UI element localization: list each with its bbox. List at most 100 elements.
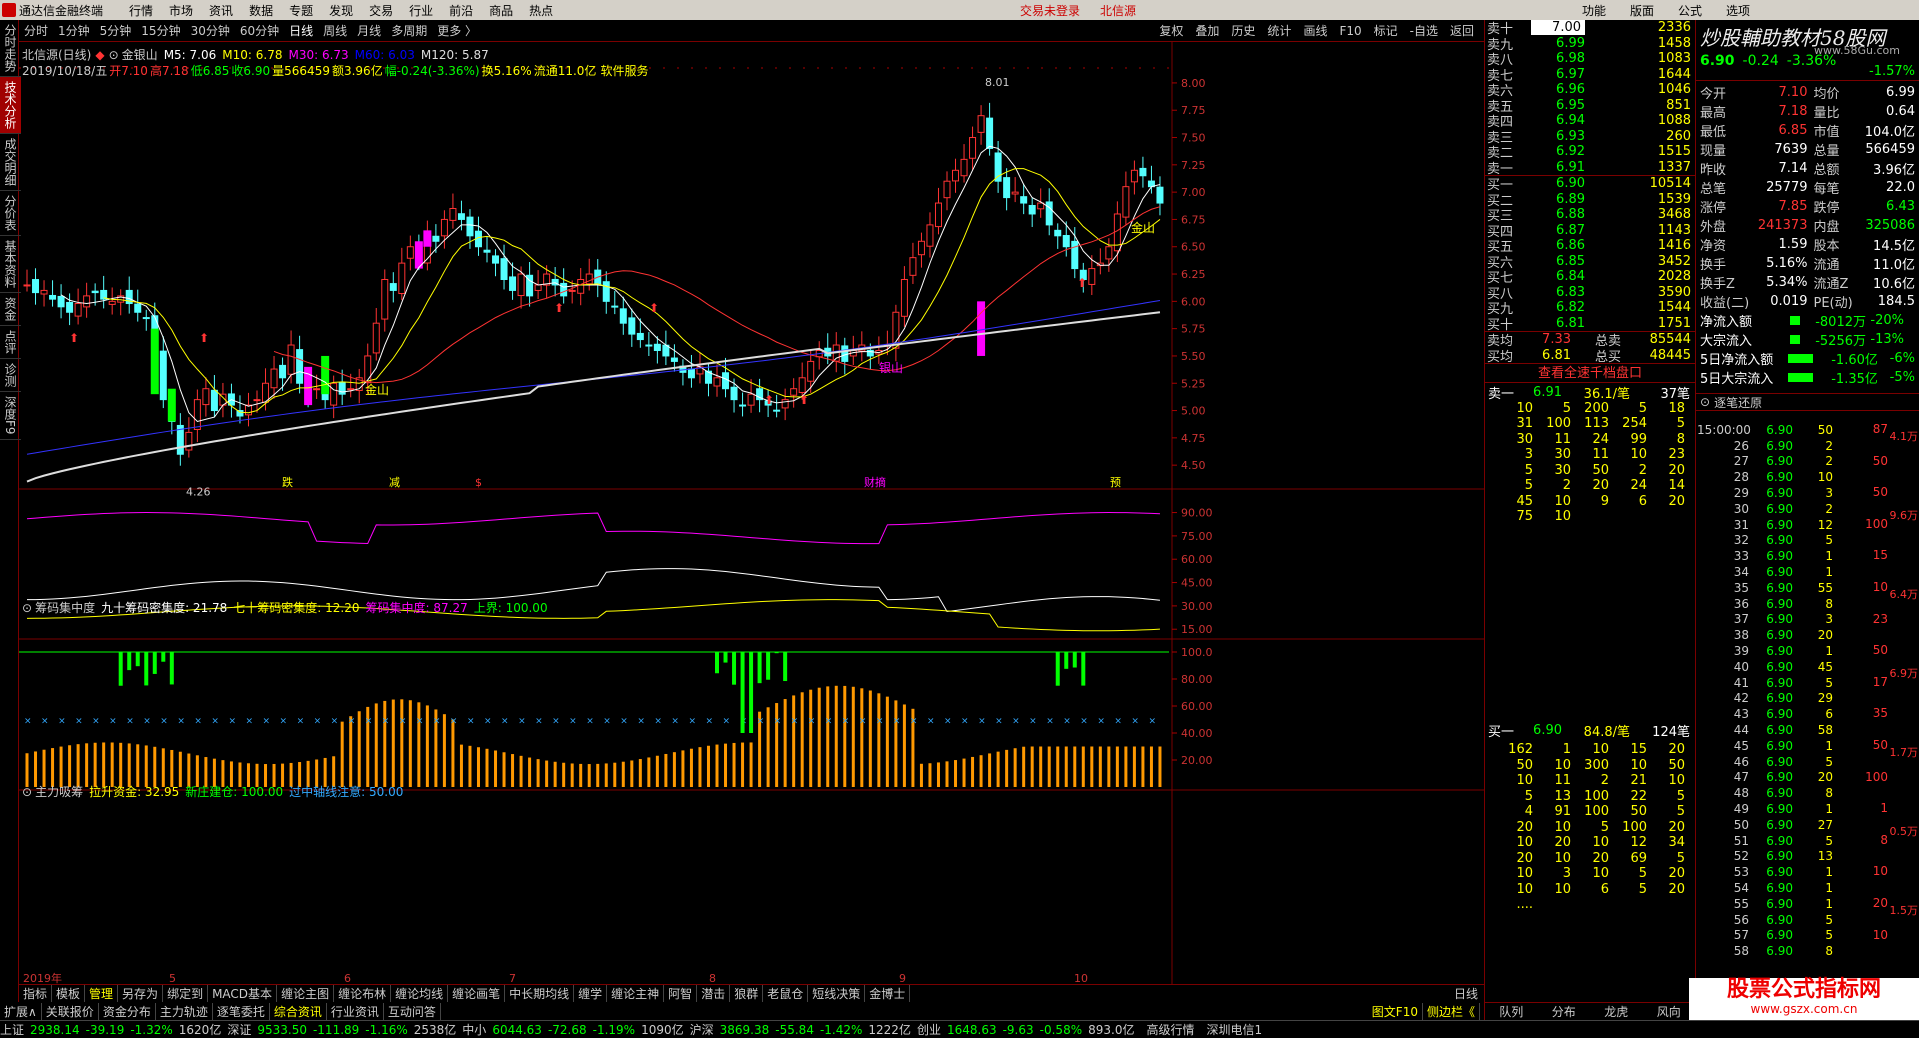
order-book-tab[interactable]: 龙虎	[1590, 1003, 1643, 1020]
bar-sector[interactable]: 软件服务	[600, 62, 648, 79]
order-book-tab[interactable]: 风向	[1643, 1003, 1696, 1020]
left-tab[interactable]: 分时走势	[0, 20, 21, 77]
period-tab[interactable]: 60分钟	[240, 22, 279, 39]
period-tab[interactable]: 1分钟	[58, 22, 90, 39]
info-tab[interactable]: 逐笔委托	[213, 1002, 270, 1020]
menu-item[interactable]: 热点	[529, 2, 553, 19]
menu-item[interactable]: 资讯	[209, 2, 233, 19]
menu-item[interactable]: 市场	[169, 2, 193, 19]
info-tab[interactable]: 扩展∧	[0, 1002, 42, 1020]
left-tab[interactable]: 分价表	[0, 191, 21, 236]
indicator-tab[interactable]: 指标	[19, 985, 53, 1002]
left-tab[interactable]: 点评	[0, 326, 21, 359]
menu-item[interactable]: 专题	[289, 2, 313, 19]
indicator-tab[interactable]: 缠论主图	[277, 985, 335, 1002]
chart-area[interactable]: 8.00 7.75 7.50 7.25 7.00 6.75 6.50 6.25 6.00 5.75…	[19, 42, 1484, 984]
toolbar-button[interactable]: 标记	[1374, 22, 1398, 39]
info-tab[interactable]: 综合资讯	[270, 1002, 327, 1020]
period-tab[interactable]: 日线	[289, 22, 313, 39]
left-tab[interactable]: 资金	[0, 293, 21, 326]
index-quote[interactable]: 中小	[462, 1021, 486, 1038]
indicator-tab[interactable]: 缠论主神	[607, 985, 665, 1002]
menu-item[interactable]: 前沿	[449, 2, 473, 19]
indicator1-icon[interactable]: ⊙	[22, 601, 32, 615]
indicator-tab[interactable]: 老鼠仓	[763, 985, 809, 1002]
menu-item[interactable]: 数据	[249, 2, 273, 19]
period-tab[interactable]: 5分钟	[100, 22, 132, 39]
right-menu-item[interactable]: 选项	[1726, 2, 1750, 19]
left-tab[interactable]: 技术分析	[0, 77, 21, 134]
period-tab[interactable]: 月线	[357, 22, 381, 39]
status-tail[interactable]: 深圳电信1	[1206, 1021, 1262, 1038]
left-tab[interactable]: 基本资料	[0, 236, 21, 293]
queue-cell: 30	[1516, 431, 1533, 447]
indicator-tab[interactable]: 中长期均线	[505, 985, 575, 1002]
indicator2-icon[interactable]: ⊙	[22, 785, 32, 799]
indicator-tab[interactable]: 潜击	[697, 985, 731, 1002]
status-tail[interactable]: 高级行情	[1146, 1021, 1194, 1038]
indicator-tab[interactable]: 缠论布林	[334, 985, 392, 1002]
indicator-tab[interactable]: 金博士	[865, 985, 911, 1002]
full-depth-link[interactable]: 查看全速千档盘口	[1485, 363, 1695, 383]
period-tab[interactable]: 15分钟	[141, 22, 180, 39]
info-tab[interactable]: 资金分布	[99, 1002, 156, 1020]
right-menu-item[interactable]: 功能	[1582, 2, 1606, 19]
indicator-tab[interactable]: 缠论均线	[391, 985, 449, 1002]
accum-bar	[800, 692, 804, 787]
left-tab[interactable]: 成交明细	[0, 134, 21, 191]
menu-item[interactable]: 商品	[489, 2, 513, 19]
toolbar-button[interactable]: 画线	[1303, 22, 1327, 39]
accum-bar	[93, 742, 97, 787]
indicator-tab[interactable]: 另存为	[118, 985, 164, 1002]
toolbar-button[interactable]: 叠加	[1195, 22, 1219, 39]
info-tab[interactable]: 关联报价	[42, 1002, 99, 1020]
period-tab[interactable]: 周线	[323, 22, 347, 39]
order-book-tab[interactable]: 队列	[1485, 1003, 1538, 1020]
period-tab[interactable]: 30分钟	[191, 22, 230, 39]
info-tab[interactable]: 主力轨迹	[156, 1002, 213, 1020]
toolbar-button[interactable]: -自选	[1410, 22, 1438, 39]
right-menu-item[interactable]: 公式	[1678, 2, 1702, 19]
indicator-tab[interactable]: 模板	[52, 985, 86, 1002]
left-tab[interactable]: 深度F9	[0, 392, 21, 440]
queue-cell: 162	[1508, 742, 1533, 758]
index-quote[interactable]: 深证	[227, 1021, 251, 1038]
right-menu-item[interactable]: 版面	[1630, 2, 1654, 19]
menu-item[interactable]: 行情	[129, 2, 153, 19]
period-tab[interactable]: 更多 〉	[437, 22, 477, 39]
menu-item[interactable]: 行业	[409, 2, 433, 19]
info-tab[interactable]: 互动问答	[384, 1002, 441, 1020]
info-tab[interactable]: 行业资讯	[327, 1002, 384, 1020]
index-quote[interactable]: 上证	[0, 1021, 24, 1038]
side-button[interactable]: 侧边栏《	[1423, 1002, 1480, 1020]
toolbar-button[interactable]: 复权	[1159, 22, 1183, 39]
indicator-tab[interactable]: 短线决策	[808, 985, 866, 1002]
indicator-tab[interactable]: 缠论画笔	[448, 985, 506, 1002]
login-status[interactable]: 交易未登录	[1020, 2, 1080, 19]
candle-body	[917, 240, 925, 256]
ask-row[interactable]: 卖一 6.91 1337	[1487, 160, 1695, 177]
indicator-tab[interactable]: 阿智	[664, 985, 698, 1002]
toolbar-button[interactable]: 历史	[1231, 22, 1255, 39]
left-tab[interactable]: 诊测	[0, 359, 21, 392]
indicator-tab[interactable]: 缠学	[574, 985, 608, 1002]
bid-row[interactable]: 买十 6.81 1751	[1487, 316, 1695, 333]
indicator-tab[interactable]: 管理	[85, 985, 119, 1002]
side-button[interactable]: 图文F10	[1368, 1002, 1423, 1020]
bid1-queue: 162 1 10 15 20 50 10 300 10 50 10 11 2 21 10 5 13 100 22 5 4…	[1485, 742, 1695, 913]
indicator-tab[interactable]: 狼群	[730, 985, 764, 1002]
indicator-tab[interactable]: MACD基本	[208, 985, 278, 1002]
toolbar-button[interactable]: 返回	[1450, 22, 1474, 39]
toolbar-button[interactable]: 统计	[1267, 22, 1291, 39]
ad-banner[interactable]: 股票公式指标网 www.gszx.com.cn	[1689, 978, 1919, 1020]
index-quote[interactable]: 沪深	[690, 1021, 714, 1038]
menu-item[interactable]: 交易	[369, 2, 393, 19]
ad-url: www.gszx.com.cn	[1750, 1002, 1858, 1016]
order-book-tab[interactable]: 分布	[1538, 1003, 1591, 1020]
period-tab[interactable]: 多周期	[391, 22, 427, 39]
indicator-tab[interactable]: 绑定到	[163, 985, 209, 1002]
menu-item[interactable]: 发现	[329, 2, 353, 19]
toolbar-button[interactable]: F10	[1339, 24, 1361, 38]
index-quote[interactable]: 创业	[917, 1021, 941, 1038]
period-tab[interactable]: 分时	[24, 22, 48, 39]
